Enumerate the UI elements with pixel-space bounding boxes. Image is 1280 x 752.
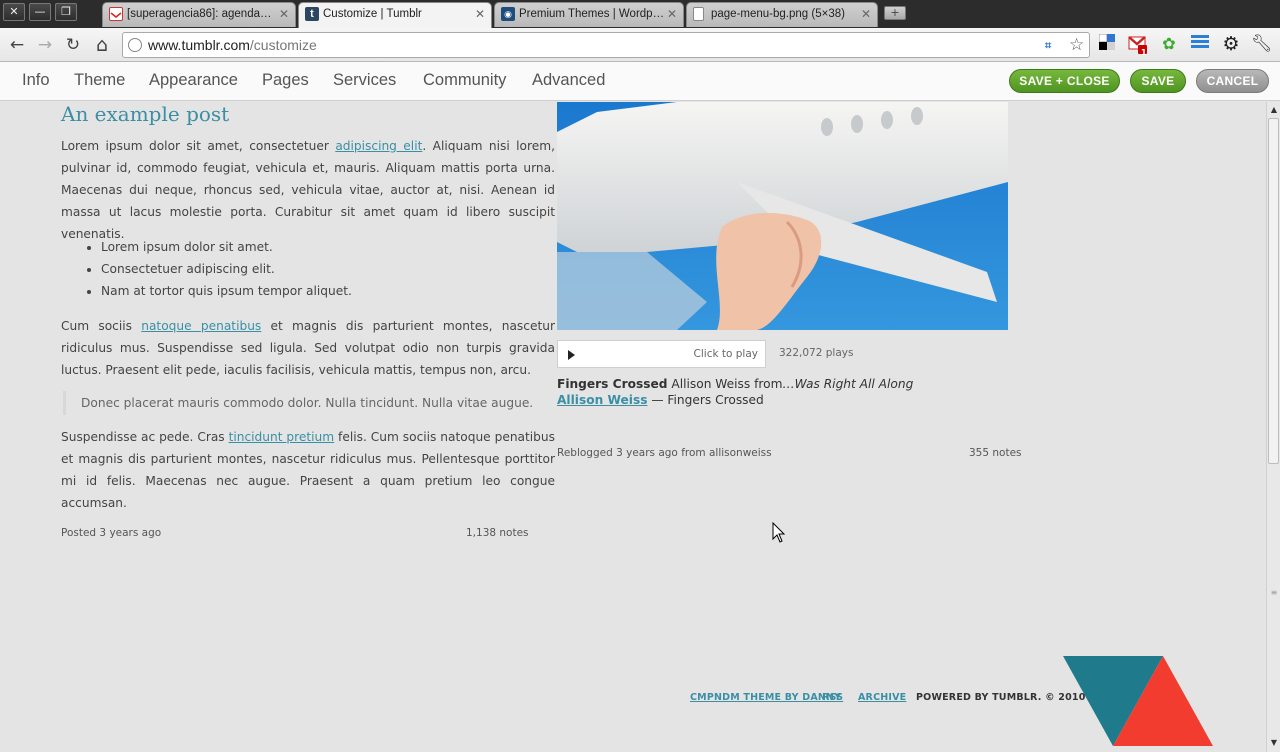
adipiscing-link[interactable]: adipiscing elit (335, 139, 422, 153)
text-span: . Aliquam nisi lorem, pulvinar id, commo… (61, 139, 555, 241)
window-close-button[interactable]: ✕ (3, 3, 25, 21)
menu-services[interactable]: Services (333, 71, 396, 90)
tab-close-icon[interactable]: ✕ (667, 3, 677, 25)
browser-tab-tumblr[interactable]: t Customize | Tumblr ✕ (298, 2, 492, 28)
browser-tab-strip: ✕ — ❐ [superagencia86]: agenda… ✕ t Cust… (0, 0, 1280, 28)
track-title: Fingers Crossed (557, 377, 668, 391)
page-icon (693, 7, 704, 21)
text-span: Lorem ipsum dolor sit amet, consectetuer (61, 139, 329, 153)
text-span: Cum sociis (61, 319, 132, 333)
rss-link[interactable]: RSS (822, 692, 843, 703)
post-title[interactable]: An example post (61, 102, 229, 126)
back-button[interactable]: ← (6, 34, 28, 56)
post-paragraph-3: Suspendisse ac pede. Cras tincidunt pret… (61, 426, 555, 514)
post-notes-link[interactable]: 1,138 notes (466, 527, 529, 539)
browser-tab-gmail[interactable]: [superagencia86]: agenda… ✕ (102, 2, 296, 27)
click-to-play-label[interactable]: Click to play (694, 348, 758, 360)
list-item: Lorem ipsum dolor sit amet. (101, 236, 352, 258)
forward-button[interactable]: → (34, 34, 56, 56)
chrome-settings-icon[interactable]: ⚙ (1221, 34, 1241, 54)
post-paragraph-1: Lorem ipsum dolor sit amet, consectetuer… (61, 135, 555, 245)
tab-title: page-menu-bg.png (5×38) (711, 8, 845, 20)
html-validator-icon[interactable]: ⌗ (1045, 39, 1051, 53)
new-tab-button[interactable]: + (884, 6, 906, 20)
tab-close-icon[interactable]: ✕ (475, 3, 485, 25)
menu-pages[interactable]: Pages (262, 71, 309, 90)
track-info: Fingers Crossed Allison Weiss from…Was R… (557, 376, 913, 408)
globe-icon (128, 38, 142, 52)
browser-toolbar: ← → ↻ ⌂ www.tumblr.com/customize ⌗ ☆ 1 ✿… (0, 28, 1280, 62)
tab-title: [superagencia86]: agenda… (127, 8, 272, 20)
theme-logo-triangles (1063, 656, 1213, 746)
menu-community[interactable]: Community (423, 71, 506, 90)
list-item: Consectetuer adipiscing elit. (101, 258, 352, 280)
tab-close-icon[interactable]: ✕ (279, 3, 289, 25)
gmail-badge: 1 (1141, 48, 1147, 57)
tumblr-icon: t (305, 7, 319, 21)
scroll-down-arrow-icon[interactable]: ▼ (1267, 736, 1280, 750)
theme-credit-link[interactable]: CMPNDM THEME BY DANNY (690, 692, 841, 703)
scroll-up-arrow-icon[interactable]: ▲ (1267, 103, 1280, 117)
url-path: /customize (249, 37, 317, 53)
tab-title: Premium Themes | Wordp… (519, 8, 665, 20)
text-span: Suspendisse ac pede. Cras (61, 430, 225, 444)
tab-close-icon[interactable]: ✕ (861, 3, 871, 25)
list-item: Nam at tortor quis ipsum tempor aliquet. (101, 280, 352, 302)
home-button[interactable]: ⌂ (91, 34, 113, 56)
browser-tab-image[interactable]: page-menu-bg.png (5×38) ✕ (686, 2, 878, 27)
song-suffix: — Fingers Crossed (647, 393, 764, 407)
url-host: www.tumblr.com (148, 37, 250, 53)
play-icon[interactable] (568, 350, 575, 360)
album-art-image (557, 102, 1008, 330)
reload-button[interactable]: ↻ (62, 34, 84, 56)
gmail-notifier-icon[interactable]: 1 (1128, 34, 1148, 57)
menu-appearance[interactable]: Appearance (149, 71, 238, 90)
scrollbar-thumb[interactable] (1268, 118, 1279, 464)
wordpress-icon: ◉ (501, 7, 515, 21)
post-bullet-list: Lorem ipsum dolor sit amet. Consectetuer… (101, 236, 352, 302)
browser-tab-wordpress[interactable]: ◉ Premium Themes | Wordp… ✕ (494, 2, 684, 27)
scroll-grip-icon: ≡ (1270, 588, 1278, 597)
blog-preview: An example post Lorem ipsum dolor sit am… (0, 102, 1266, 752)
evernote-icon[interactable]: ✿ (1159, 34, 1179, 54)
powered-by-text: POWERED BY TUMBLR. © 2010 (916, 692, 1086, 703)
address-bar[interactable]: www.tumblr.com/customize ⌗ ☆ (122, 32, 1090, 58)
post-paragraph-2: Cum sociis natoque penatibus et magnis d… (61, 315, 555, 381)
stack-icon[interactable] (1190, 34, 1210, 54)
mouse-cursor-icon (772, 522, 786, 543)
menu-advanced[interactable]: Advanced (532, 71, 605, 90)
wrench-menu-icon[interactable]: 🔧︎ (1251, 34, 1273, 54)
menu-info[interactable]: Info (22, 71, 50, 90)
audio-notes-link[interactable]: 355 notes (969, 447, 1022, 459)
post-timestamp-link[interactable]: Posted 3 years ago (61, 527, 161, 539)
archive-link[interactable]: ARCHIVE (858, 692, 906, 703)
artist-link[interactable]: Allison Weiss (557, 393, 647, 407)
tincidunt-link[interactable]: tincidunt pretium (229, 430, 335, 444)
artist-from: Allison Weiss from (667, 377, 783, 391)
album-name: …Was Right All Along (782, 377, 914, 391)
post-blockquote: Donec placerat mauris commodo dolor. Nul… (63, 391, 555, 415)
play-count: 322,072 plays (779, 347, 854, 359)
save-close-button[interactable]: SAVE + CLOSE (1009, 69, 1120, 93)
natoque-link[interactable]: natoque penatibus (141, 319, 261, 333)
reblog-info-link[interactable]: Reblogged 3 years ago from allisonweiss (557, 447, 772, 459)
window-minimize-button[interactable]: — (29, 3, 51, 21)
tab-title: Customize | Tumblr (323, 8, 422, 20)
window-maximize-button[interactable]: ❐ (55, 3, 77, 21)
menu-theme[interactable]: Theme (74, 71, 125, 90)
save-button[interactable]: SAVE (1130, 69, 1186, 93)
customize-menu-bar: Info Theme Appearance Pages Services Com… (0, 62, 1280, 101)
text-span: et magnis dis parturient montes, nascetu… (61, 319, 555, 377)
bookmark-star-icon[interactable]: ☆ (1069, 35, 1084, 55)
audio-player[interactable]: Click to play (557, 340, 766, 368)
gmail-icon (109, 7, 123, 21)
page-scrollbar[interactable]: ▲ ≡ ▼ (1266, 102, 1280, 752)
url-text[interactable]: www.tumblr.com/customize (148, 37, 317, 53)
delicious-icon[interactable] (1097, 33, 1117, 54)
cancel-button[interactable]: CANCEL (1196, 69, 1269, 93)
